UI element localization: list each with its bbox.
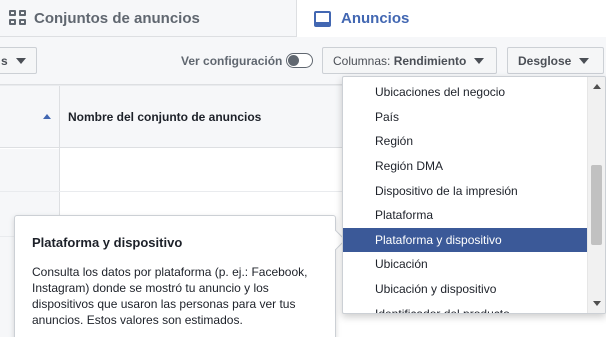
tooltip-title: Plataforma y dispositivo [32,235,183,250]
breakdown-option-dma-region[interactable]: Región DMA [343,154,587,179]
column-header-ad-set-name[interactable]: Nombre del conjunto de anuncios [68,110,261,124]
toggle-knob [288,55,299,66]
sort-up-icon[interactable] [43,114,51,119]
breakdown-option-country[interactable]: País [343,105,587,130]
filter-dropdown-label: s [1,53,8,68]
breakdown-option-impression-device[interactable]: Dispositivo de la impresión [343,178,587,203]
breakdown-button[interactable]: Desglose [507,47,604,74]
breakdown-option-platform[interactable]: Plataforma [343,203,587,228]
breakdown-tooltip: Plataforma y dispositivo Consulta los da… [14,215,336,337]
tab-ads-label: Anuncios [341,10,410,27]
view-config-label: Ver configuración [181,54,283,68]
caret-down-icon [579,57,590,64]
breakdown-dropdown: Ubicaciones del negocio País Región Regi… [342,76,606,314]
ad-icon [314,10,331,27]
tab-ads[interactable]: Anuncios [296,0,606,37]
columns-value: Rendimiento [393,53,467,68]
columns-button[interactable]: Columnas: Rendimiento [322,47,497,74]
grid-icon [9,10,27,26]
caret-down-icon [15,57,26,64]
breakdown-option-placement[interactable]: Ubicación [343,252,587,277]
breakdown-option-product-id[interactable]: Identificador del producto [343,301,587,313]
breakdown-options-list: Ubicaciones del negocio País Región Regi… [343,80,587,313]
columns-prefix: Columnas: [333,53,391,68]
breakdown-label: Desglose [518,53,572,68]
breakdown-option-business-locations[interactable]: Ubicaciones del negocio [343,80,587,105]
tab-ad-sets[interactable]: Conjuntos de anuncios [0,0,296,37]
caret-down-icon [474,57,485,64]
breakdown-option-placement-and-device[interactable]: Ubicación y dispositivo [343,277,587,302]
scrollbar-thumb[interactable] [591,165,602,245]
breakdown-option-region[interactable]: Región [343,129,587,154]
dropdown-scrollbar[interactable] [587,77,605,313]
tab-ad-sets-label: Conjuntos de anuncios [34,9,200,27]
scroll-up-icon[interactable] [593,84,601,89]
tab-bar: Conjuntos de anuncios Anuncios [0,0,606,37]
tooltip-body: Consulta los datos por plataforma (p. ej… [32,265,308,327]
view-config-toggle[interactable] [286,53,313,68]
breakdown-option-platform-and-device[interactable]: Plataforma y dispositivo [343,227,587,253]
scroll-down-icon[interactable] [593,301,601,306]
filter-dropdown-button[interactable]: s [0,47,37,74]
